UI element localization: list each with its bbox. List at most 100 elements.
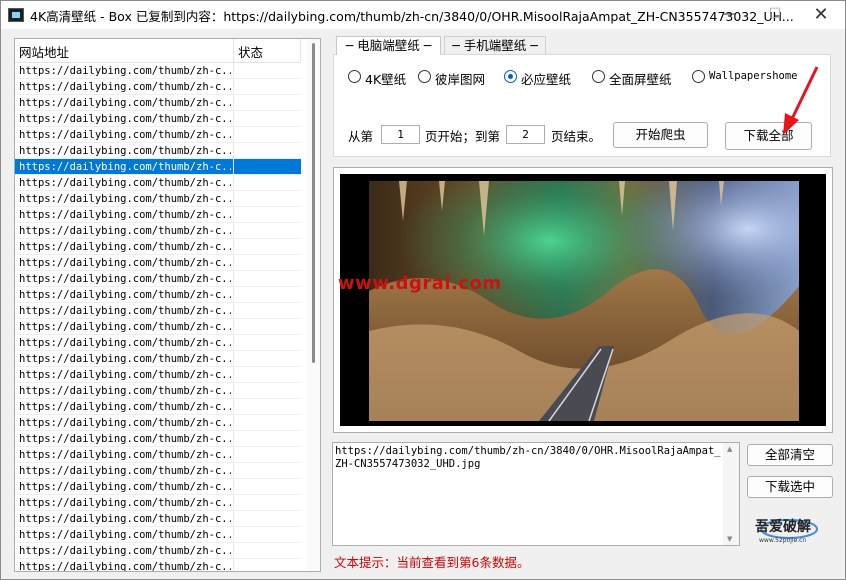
list-item[interactable]: https://dailybing.com/thumb/zh-c... — [15, 495, 301, 511]
list-item-url: https://dailybing.com/thumb/zh-c... — [19, 241, 231, 253]
list-item[interactable]: https://dailybing.com/thumb/zh-c... — [15, 383, 301, 399]
start-crawl-button[interactable]: 开始爬虫 — [613, 122, 708, 148]
svg-text:www.52pojie.cn: www.52pojie.cn — [759, 537, 806, 544]
image-preview — [333, 167, 833, 433]
list-item[interactable]: https://dailybing.com/thumb/zh-c... — [15, 367, 301, 383]
tab-mobile-wallpaper[interactable]: ─ 手机端壁纸 ─ — [444, 36, 546, 55]
list-item[interactable]: https://dailybing.com/thumb/zh-c... — [15, 95, 301, 111]
start-suffix-label: 页开始；到第 — [425, 129, 501, 144]
list-item-url: https://dailybing.com/thumb/zh-c... — [19, 257, 231, 269]
list-item-url: https://dailybing.com/thumb/zh-c... — [19, 353, 231, 365]
list-item[interactable]: https://dailybing.com/thumb/zh-c... — [15, 479, 301, 495]
list-item-url: https://dailybing.com/thumb/zh-c... — [19, 417, 231, 429]
list-item-url: https://dailybing.com/thumb/zh-c... — [19, 465, 231, 477]
list-item[interactable]: https://dailybing.com/thumb/zh-c... — [15, 223, 301, 239]
radio-dot — [504, 70, 517, 83]
list-item-url: https://dailybing.com/thumb/zh-c... — [19, 113, 231, 125]
radio-dot — [348, 70, 361, 83]
list-item[interactable]: https://dailybing.com/thumb/zh-c... — [15, 415, 301, 431]
list-item-url: https://dailybing.com/thumb/zh-c... — [19, 337, 231, 349]
list-item[interactable]: https://dailybing.com/thumb/zh-c... — [15, 431, 301, 447]
list-item[interactable]: https://dailybing.com/thumb/zh-c... — [15, 63, 301, 79]
list-item[interactable]: https://dailybing.com/thumb/zh-c... — [15, 335, 301, 351]
maximize-button[interactable]: ☐ — [752, 1, 798, 29]
list-item-url: https://dailybing.com/thumb/zh-c... — [19, 145, 231, 157]
window-title: 4K高清壁纸 - Box 已复制到内容：https://dailybing.co… — [30, 9, 794, 24]
list-item[interactable]: https://dailybing.com/thumb/zh-c... — [15, 143, 301, 159]
logo-graphic-icon: 吾爱破解 www.52pojie.cn — [755, 518, 818, 544]
title-bar[interactable]: 4K高清壁纸 - Box 已复制到内容：https://dailybing.co… — [1, 1, 845, 29]
radio-dot — [592, 70, 605, 83]
tab-mobile-label: 手机端壁纸 — [463, 38, 527, 53]
end-suffix-label: 页结束。 — [551, 129, 602, 144]
tab-desktop-wallpaper[interactable]: ─ 电脑端壁纸 ─ — [336, 36, 441, 55]
list-item[interactable]: https://dailybing.com/thumb/zh-c... — [15, 559, 301, 571]
list-item-url: https://dailybing.com/thumb/zh-c... — [19, 65, 231, 77]
list-item-url: https://dailybing.com/thumb/zh-c... — [19, 305, 231, 317]
list-item[interactable]: https://dailybing.com/thumb/zh-c... — [15, 239, 301, 255]
radio-label: 彼岸图网 — [435, 72, 486, 87]
list-item[interactable]: https://dailybing.com/thumb/zh-c... — [15, 271, 301, 287]
app-window: 4K高清壁纸 - Box 已复制到内容：https://dailybing.co… — [0, 0, 846, 580]
list-item[interactable]: https://dailybing.com/thumb/zh-c... — [15, 303, 301, 319]
list-item-url: https://dailybing.com/thumb/zh-c... — [19, 209, 231, 221]
list-item[interactable]: https://dailybing.com/thumb/zh-c... — [15, 111, 301, 127]
start-page-input[interactable]: 1 — [381, 125, 420, 144]
arrow-annotation-icon — [783, 66, 819, 135]
list-item[interactable]: https://dailybing.com/thumb/zh-c... — [15, 207, 301, 223]
list-item[interactable]: https://dailybing.com/thumb/zh-c... — [15, 447, 301, 463]
list-item[interactable]: https://dailybing.com/thumb/zh-c... — [15, 79, 301, 95]
list-item[interactable]: https://dailybing.com/thumb/zh-c... — [15, 399, 301, 415]
list-item-url: https://dailybing.com/thumb/zh-c... — [19, 225, 231, 237]
app-icon — [8, 8, 24, 22]
list-item-url: https://dailybing.com/thumb/zh-c... — [19, 161, 231, 173]
radio-dot — [418, 70, 431, 83]
list-item[interactable]: https://dailybing.com/thumb/zh-c... — [15, 543, 301, 559]
list-item[interactable]: https://dailybing.com/thumb/zh-c... — [15, 175, 301, 191]
tab-panel: 4K壁纸 彼岸图网 必应壁纸 全面屏壁纸 Wallpapershome 从第 1… — [333, 54, 831, 157]
column-header-url[interactable]: 网站地址 — [19, 42, 69, 61]
list-item-url: https://dailybing.com/thumb/zh-c... — [19, 289, 231, 301]
list-item[interactable]: https://dailybing.com/thumb/zh-c... — [15, 159, 301, 175]
list-item[interactable]: https://dailybing.com/thumb/zh-c... — [15, 351, 301, 367]
preview-background — [340, 174, 826, 426]
url-list[interactable]: 网站地址 状态 https://dailybing.com/thumb/zh-c… — [14, 38, 321, 572]
radio-dot — [692, 70, 705, 83]
list-item[interactable]: https://dailybing.com/thumb/zh-c... — [15, 127, 301, 143]
list-item-url: https://dailybing.com/thumb/zh-c... — [19, 129, 231, 141]
52pojie-logo: 吾爱破解 www.52pojie.cn — [749, 511, 819, 545]
clear-all-button[interactable]: 全部清空 — [747, 444, 833, 466]
list-scrollbar[interactable] — [307, 39, 320, 571]
list-item[interactable]: https://dailybing.com/thumb/zh-c... — [15, 511, 301, 527]
scroll-up-icon[interactable]: ▲ — [727, 445, 732, 453]
close-button[interactable]: ✕ — [798, 1, 844, 29]
list-item[interactable]: https://dailybing.com/thumb/zh-c... — [15, 463, 301, 479]
list-item-url: https://dailybing.com/thumb/zh-c... — [19, 81, 231, 93]
tab-desktop-label: 电脑端壁纸 — [357, 38, 420, 53]
cave-wallpaper-image — [369, 181, 799, 421]
list-item[interactable]: https://dailybing.com/thumb/zh-c... — [15, 255, 301, 271]
end-page-input[interactable]: 2 — [506, 125, 545, 144]
list-item-url: https://dailybing.com/thumb/zh-c... — [19, 193, 231, 205]
list-item[interactable]: https://dailybing.com/thumb/zh-c... — [15, 319, 301, 335]
radio-label: 4K壁纸 — [365, 72, 407, 87]
textbox-scrollbar[interactable]: ▲ ▼ — [723, 443, 739, 545]
download-selected-button[interactable]: 下载选中 — [747, 476, 833, 498]
url-textbox-value: https://dailybing.com/thumb/zh-cn/3840/0… — [335, 445, 721, 470]
scrollbar-thumb[interactable] — [312, 43, 315, 363]
minimize-button[interactable]: — — [706, 1, 752, 29]
list-item-url: https://dailybing.com/thumb/zh-c... — [19, 481, 231, 493]
list-header: 网站地址 状态 — [15, 39, 301, 63]
list-item-url: https://dailybing.com/thumb/zh-c... — [19, 497, 231, 509]
list-item[interactable]: https://dailybing.com/thumb/zh-c... — [15, 191, 301, 207]
column-header-status[interactable]: 状态 — [238, 42, 263, 61]
url-textbox[interactable]: https://dailybing.com/thumb/zh-cn/3840/0… — [332, 442, 740, 546]
list-rows: https://dailybing.com/thumb/zh-c... https… — [15, 63, 301, 571]
scroll-down-icon[interactable]: ▼ — [727, 535, 732, 543]
list-item-url: https://dailybing.com/thumb/zh-c... — [19, 449, 231, 461]
list-item[interactable]: https://dailybing.com/thumb/zh-c... — [15, 287, 301, 303]
list-item-url: https://dailybing.com/thumb/zh-c... — [19, 369, 231, 381]
from-page-label: 从第 — [348, 129, 374, 144]
svg-text:吾爱破解: 吾爱破解 — [755, 518, 811, 535]
list-item[interactable]: https://dailybing.com/thumb/zh-c... — [15, 527, 301, 543]
